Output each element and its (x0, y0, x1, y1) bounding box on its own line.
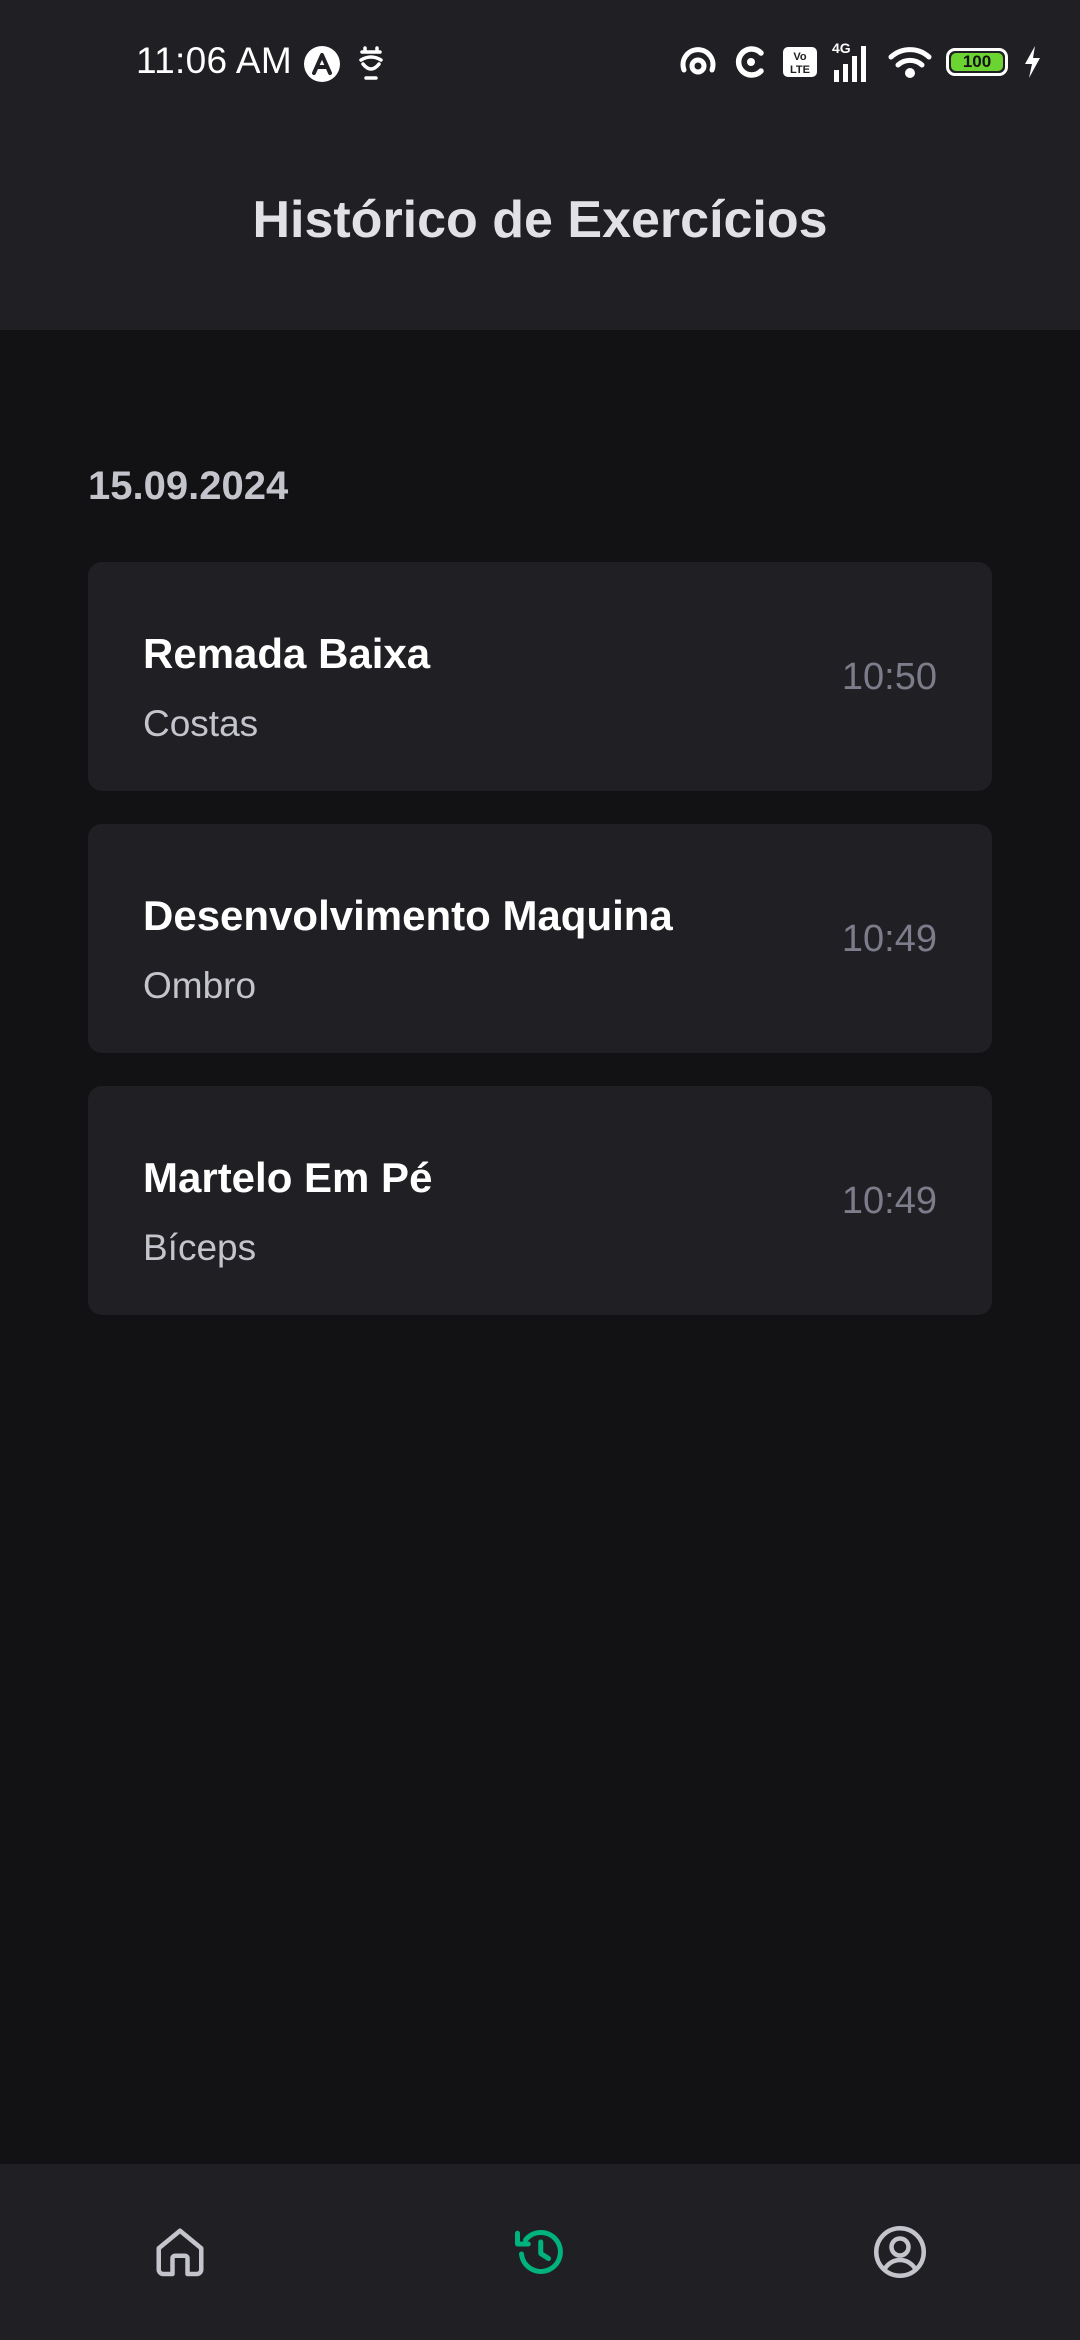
battery-level: 100 (962, 52, 992, 71)
exercise-time: 10:49 (841, 918, 937, 960)
hotspot-icon (680, 47, 716, 75)
history-date-heading: 15.09.2024 (88, 464, 289, 508)
signal-icon: 4G (832, 40, 866, 82)
svg-text:Vo: Vo (793, 51, 807, 63)
charging-icon (1025, 46, 1040, 78)
svg-text:4G: 4G (832, 40, 851, 56)
bottom-navigation (0, 2164, 1080, 2340)
nav-profile-button[interactable] (720, 2164, 1080, 2340)
app-header: 11:06 AM Vo LTE 4G 100 Histórico de Exer… (0, 0, 1080, 330)
status-icons: Vo LTE 4G 100 (678, 40, 1042, 84)
status-bar: 11:06 AM Vo LTE 4G 100 (0, 0, 1080, 125)
a-badge-icon (302, 44, 342, 84)
exercise-name: Martelo Em Pé (143, 1154, 433, 1201)
exercise-time: 10:50 (841, 656, 937, 698)
nav-history-button[interactable] (360, 2164, 720, 2340)
home-icon (156, 2228, 204, 2277)
history-card[interactable]: Martelo Em Pé Bíceps 10:49 (88, 1086, 992, 1315)
volte-icon: Vo LTE (783, 47, 817, 77)
muscle-group: Costas (143, 703, 259, 744)
exercise-name: Desenvolvimento Maquina (143, 892, 673, 939)
history-icon (515, 2229, 563, 2274)
wifi-icon (888, 47, 932, 78)
muscle-group: Bíceps (143, 1227, 257, 1268)
profile-icon (874, 2226, 926, 2278)
svg-text:LTE: LTE (790, 64, 810, 76)
history-card[interactable]: Remada Baixa Costas 10:50 (88, 562, 992, 791)
exercise-time: 10:49 (841, 1180, 937, 1222)
battery-icon: 100 (946, 48, 1008, 76)
exercise-name: Remada Baixa (143, 630, 431, 677)
history-card[interactable]: Desenvolvimento Maquina Ombro 10:49 (88, 824, 992, 1053)
nav-home-button[interactable] (0, 2164, 360, 2340)
sync-icon (735, 46, 764, 78)
muscle-group: Ombro (143, 965, 257, 1006)
page-title: Histórico de Exercícios (252, 191, 828, 249)
status-time: 11:06 AM (136, 40, 292, 81)
notification-icon (356, 44, 396, 84)
